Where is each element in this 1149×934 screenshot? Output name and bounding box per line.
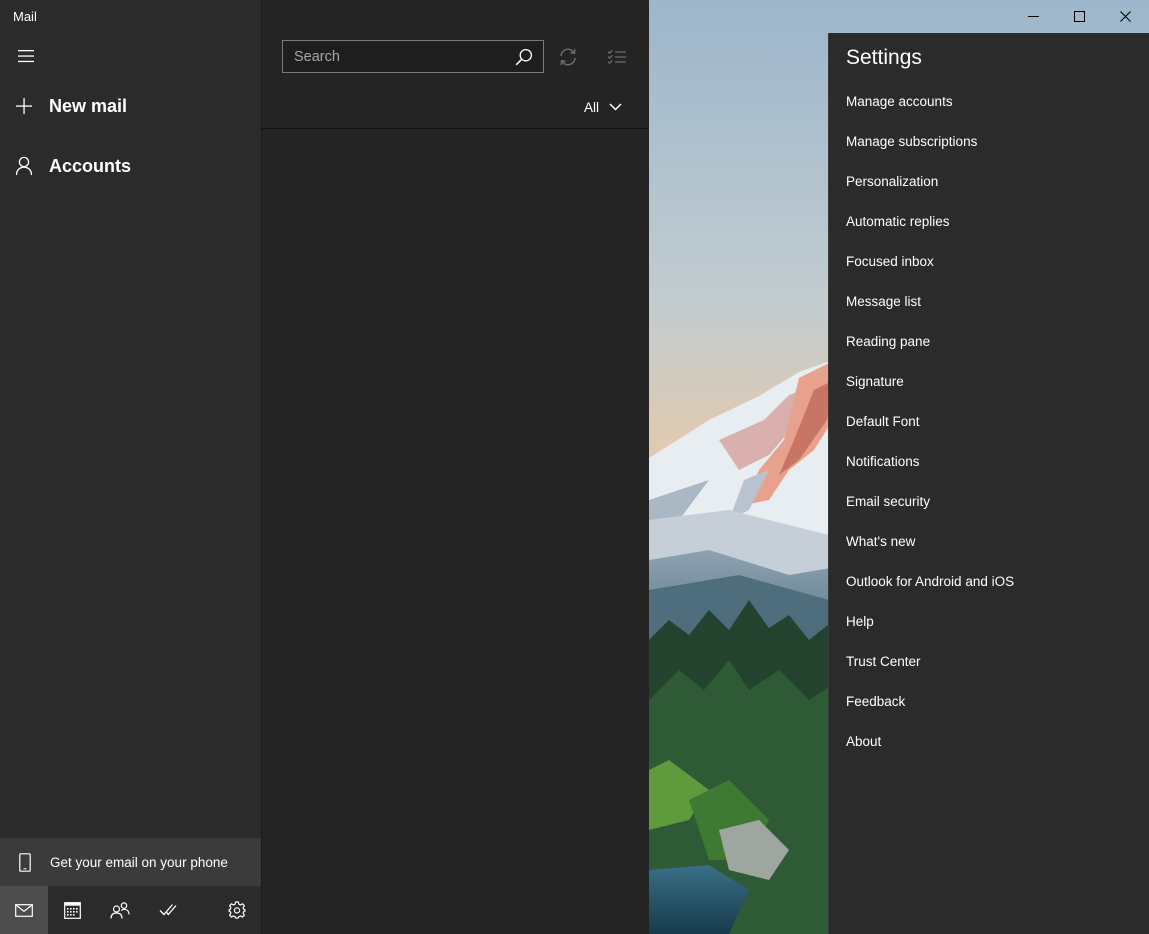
selection-mode-button[interactable] <box>602 41 632 73</box>
app-title: Mail <box>13 9 37 24</box>
search-input[interactable] <box>283 41 505 72</box>
settings-item-automatic-replies[interactable]: Automatic replies <box>829 201 1149 241</box>
phone-banner-label: Get your email on your phone <box>50 854 228 870</box>
checkmark-icon <box>159 904 177 916</box>
mail-icon <box>15 903 33 917</box>
calendar-tab[interactable] <box>48 886 96 934</box>
settings-item-trust-center[interactable]: Trust Center <box>829 641 1149 681</box>
filter-label: All <box>584 99 600 115</box>
sync-button[interactable] <box>554 41 582 73</box>
calendar-icon <box>63 901 81 919</box>
settings-item-manage-accounts[interactable]: Manage accounts <box>829 81 1149 121</box>
settings-item-manage-subscriptions[interactable]: Manage subscriptions <box>829 121 1149 161</box>
plus-icon <box>0 97 49 115</box>
maximize-icon <box>1073 11 1085 22</box>
settings-item-about[interactable]: About <box>829 721 1149 761</box>
settings-item-outlook-mobile[interactable]: Outlook for Android and iOS <box>829 561 1149 601</box>
navigation-pane: Mail New mail Accounts Get your email on… <box>0 0 262 934</box>
get-email-on-phone-banner[interactable]: Get your email on your phone <box>0 838 261 886</box>
filter-dropdown[interactable]: All <box>584 94 622 120</box>
gear-icon <box>228 901 246 919</box>
search-icon <box>515 48 533 65</box>
settings-item-whats-new[interactable]: What's new <box>829 521 1149 561</box>
person-icon <box>0 156 49 176</box>
app-switcher-bar <box>0 886 261 934</box>
settings-item-email-security[interactable]: Email security <box>829 481 1149 521</box>
settings-item-help[interactable]: Help <box>829 601 1149 641</box>
accounts-label: Accounts <box>49 155 132 176</box>
settings-item-notifications[interactable]: Notifications <box>829 441 1149 481</box>
hamburger-menu-button[interactable] <box>8 40 44 72</box>
close-icon <box>1119 11 1131 22</box>
settings-item-signature[interactable]: Signature <box>829 361 1149 401</box>
settings-tab[interactable] <box>213 886 261 934</box>
hamburger-icon <box>18 50 34 63</box>
settings-item-reading-pane[interactable]: Reading pane <box>829 321 1149 361</box>
settings-item-message-list[interactable]: Message list <box>829 281 1149 321</box>
settings-list: Manage accounts Manage subscriptions Per… <box>829 81 1149 761</box>
close-button[interactable] <box>1102 0 1148 33</box>
settings-flyout: Settings Manage accounts Manage subscrip… <box>828 33 1149 934</box>
message-list-pane: All <box>262 0 649 934</box>
settings-item-personalization[interactable]: Personalization <box>829 161 1149 201</box>
maximize-button[interactable] <box>1056 0 1102 33</box>
chevron-down-icon <box>609 103 622 111</box>
people-tab[interactable] <box>96 886 144 934</box>
settings-item-default-font[interactable]: Default Font <box>829 401 1149 441</box>
settings-item-focused-inbox[interactable]: Focused inbox <box>829 241 1149 281</box>
minimize-icon <box>1027 16 1039 17</box>
list-header-divider <box>262 128 649 129</box>
new-mail-button[interactable]: New mail <box>0 84 261 128</box>
new-mail-label: New mail <box>49 95 128 116</box>
settings-item-feedback[interactable]: Feedback <box>829 681 1149 721</box>
todo-tab[interactable] <box>144 886 192 934</box>
settings-title: Settings <box>846 46 922 69</box>
minimize-button[interactable] <box>1010 0 1056 33</box>
sync-icon <box>560 48 576 66</box>
window-controls <box>1010 0 1149 33</box>
phone-icon <box>0 852 50 872</box>
accounts-button[interactable]: Accounts <box>0 144 261 188</box>
people-icon <box>110 901 130 919</box>
checklist-icon <box>607 49 626 65</box>
search-button[interactable] <box>505 41 543 72</box>
search-box <box>282 40 544 73</box>
mail-tab[interactable] <box>0 886 48 934</box>
